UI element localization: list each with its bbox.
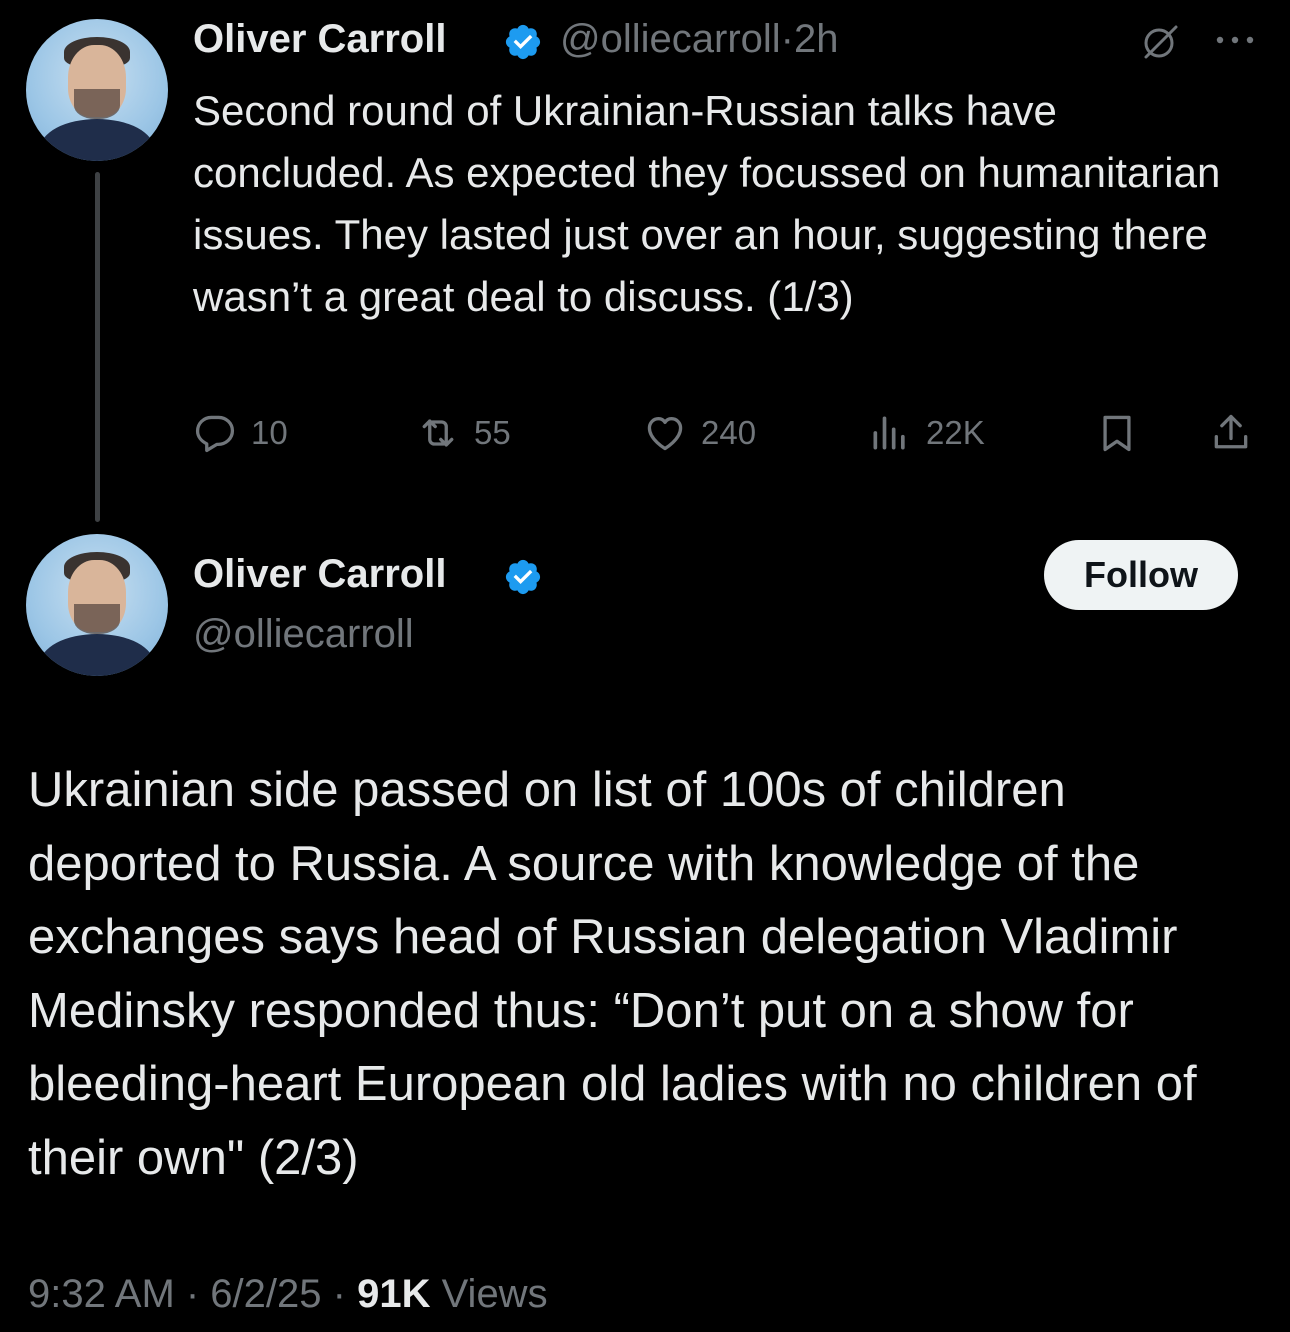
heart-icon — [647, 417, 683, 451]
views-button[interactable]: 22K — [868, 405, 985, 461]
avatar[interactable] — [26, 19, 168, 161]
author-name[interactable]: Oliver Carroll — [193, 552, 446, 597]
views-label: Views — [441, 1272, 548, 1316]
tweet-text: Ukrainian side passed on list of 100s of… — [28, 763, 1197, 1185]
reply-button[interactable]: 10 — [193, 405, 288, 461]
post-meta: 9:32 AM · 6/2/25 · 91K Views — [28, 1272, 548, 1317]
grok-icon[interactable] — [1140, 22, 1180, 62]
author-handle[interactable]: @olliecarroll — [193, 612, 414, 657]
more-icon[interactable] — [1215, 34, 1255, 46]
bookmark-icon[interactable] — [1095, 411, 1139, 455]
repost-icon — [422, 419, 454, 447]
handle-time: @olliecarroll·2h — [560, 17, 839, 62]
action-bar: 10 55 240 22K — [193, 405, 1263, 461]
views-icon — [873, 416, 905, 450]
thread-connector — [95, 172, 100, 522]
verified-badge-icon — [505, 24, 541, 60]
follow-button[interactable]: Follow — [1044, 540, 1238, 610]
like-count: 240 — [701, 414, 757, 451]
like-button[interactable]: 240 — [643, 405, 756, 461]
verified-badge-icon — [505, 559, 541, 595]
repost-count: 55 — [474, 414, 511, 451]
author-handle[interactable]: @olliecarroll — [560, 17, 781, 61]
tweet-text: Second round of Ukrainian-Russian talks … — [193, 87, 1221, 320]
post-timestamp[interactable]: 9:32 AM · 6/2/25 · — [28, 1272, 346, 1316]
post-time[interactable]: 2h — [794, 17, 839, 61]
share-icon[interactable] — [1209, 411, 1253, 455]
avatar[interactable] — [26, 534, 168, 676]
repost-button[interactable]: 55 — [416, 405, 511, 461]
views-count: 22K — [926, 414, 985, 451]
reply-icon — [195, 415, 235, 453]
separator: · — [780, 17, 794, 61]
reply-count: 10 — [251, 414, 288, 451]
views-count: 91K — [357, 1272, 431, 1316]
author-name[interactable]: Oliver Carroll — [193, 17, 446, 62]
